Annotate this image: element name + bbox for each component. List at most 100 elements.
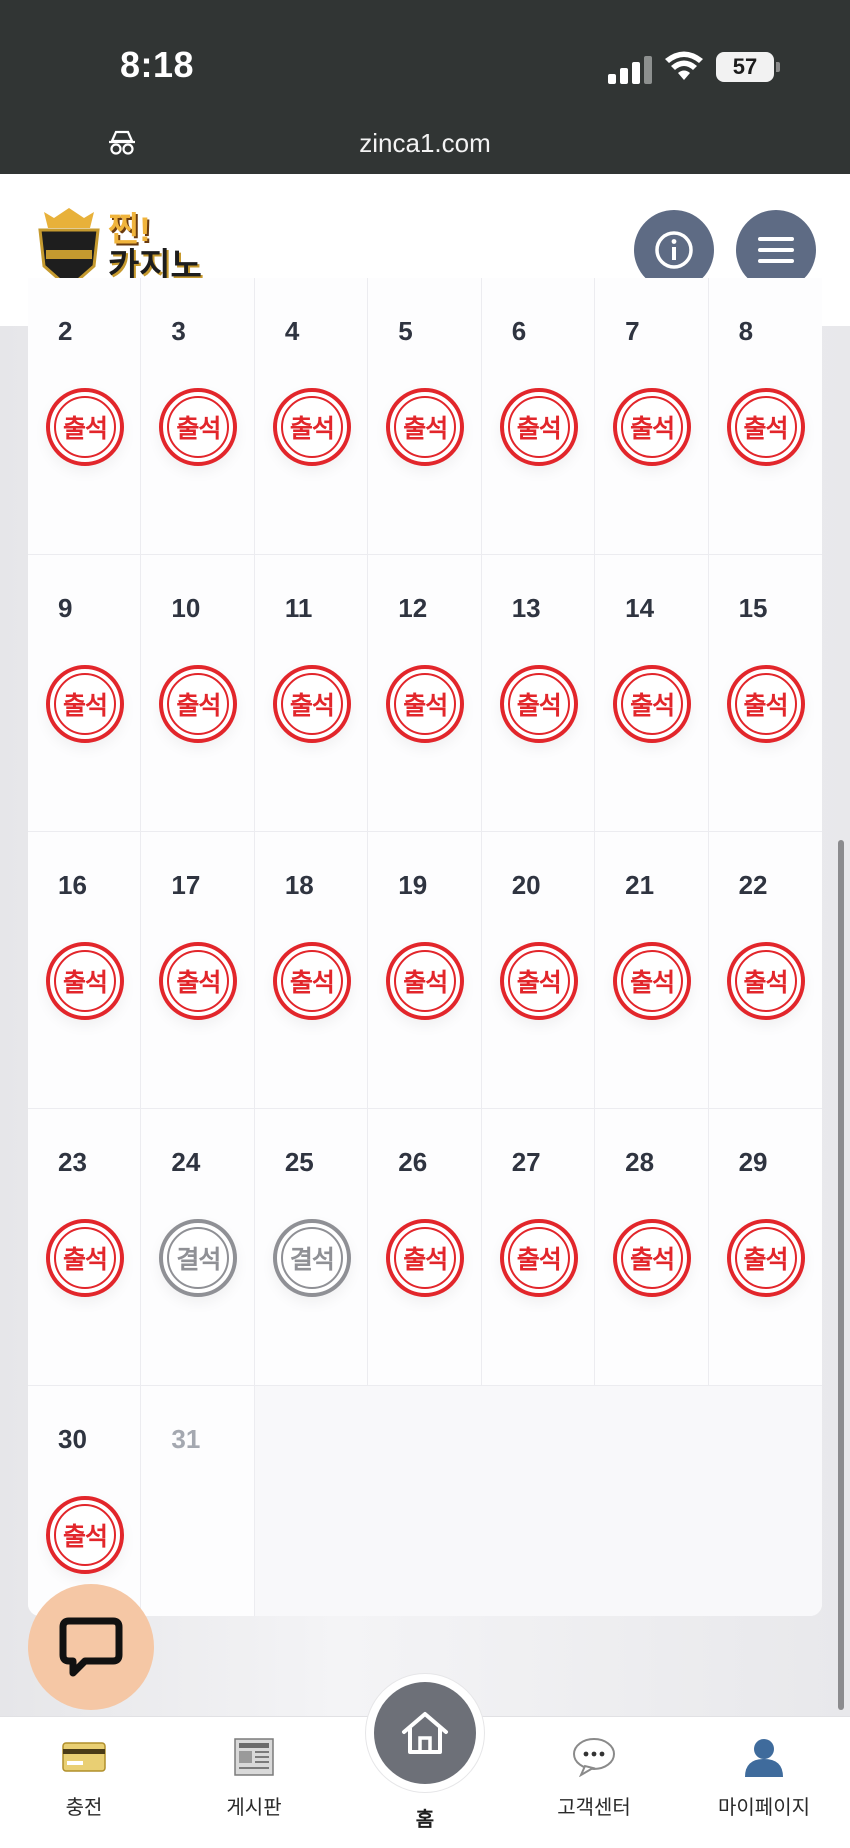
calendar-day[interactable]: 3 출석 — [141, 278, 255, 555]
calendar-day[interactable]: 8 출석 — [708, 278, 822, 555]
calendar-day[interactable]: 6 출석 — [481, 278, 596, 555]
browser-url-bar[interactable]: zinca1.com — [0, 110, 850, 174]
calendar-day[interactable]: 24 결석 — [141, 1109, 255, 1386]
calendar-day[interactable]: 7 출석 — [595, 278, 709, 555]
calendar-empty-cell — [368, 1386, 482, 1616]
stamp-label: 출석 — [516, 692, 562, 720]
day-number: 18 — [284, 870, 314, 900]
url-text[interactable]: zinca1.com — [0, 128, 850, 159]
nav-board[interactable]: 게시판 — [184, 1737, 324, 1820]
calendar-day[interactable]: 21 출석 — [595, 832, 709, 1109]
nav-mypage[interactable]: 마이페이지 — [694, 1737, 834, 1820]
calendar-day[interactable]: 5 출석 — [368, 278, 482, 555]
stamp-label: 출석 — [403, 415, 448, 443]
day-number: 10 — [171, 593, 201, 623]
day-number: 13 — [511, 593, 541, 623]
day-number: 21 — [625, 870, 655, 900]
attendance-calendar: 2 출석 3 출석 4 출석 5 출석 6 출석 7 출석 8 출석 9 출석 10 출석 11 출석 12 출석 13 출석… — [28, 278, 822, 1616]
calendar-day[interactable]: 12 출석 — [368, 555, 482, 832]
day-number: 8 — [738, 316, 754, 346]
day-number: 2 — [58, 316, 73, 346]
calendar-day[interactable]: 22 출석 — [708, 832, 822, 1109]
nav-support[interactable]: 고객센터 — [524, 1737, 664, 1820]
attendance-stamp: 출석 — [613, 1219, 692, 1297]
day-number: 29 — [738, 1147, 768, 1177]
calendar-day[interactable]: 26 출석 — [368, 1109, 482, 1386]
user-icon — [745, 1739, 783, 1777]
day-number: 17 — [171, 870, 201, 900]
scrollbar[interactable] — [838, 840, 844, 1710]
home-button-circle[interactable] — [374, 1682, 476, 1784]
calendar-day[interactable]: 29 출석 — [708, 1109, 822, 1386]
info-icon — [655, 231, 693, 269]
stamp-label: 출석 — [630, 692, 675, 720]
calendar-day[interactable]: 16 출석 — [28, 832, 142, 1109]
calendar-day[interactable]: 28 출석 — [595, 1109, 709, 1386]
stamp-label: 출석 — [403, 692, 448, 720]
calendar-day[interactable]: 15 출석 — [708, 555, 822, 832]
stamp-label: 출석 — [516, 969, 562, 997]
stamp-label: 출석 — [62, 1523, 108, 1551]
day-number: 12 — [398, 593, 428, 623]
calendar-day[interactable]: 25 결석 — [254, 1109, 369, 1386]
calendar-day[interactable]: 11 출석 — [254, 555, 369, 832]
day-number: 28 — [625, 1147, 655, 1177]
calendar-day[interactable]: 20 출석 — [481, 832, 596, 1109]
attendance-stamp: 출석 — [613, 665, 692, 743]
stamp-label: 출석 — [62, 969, 108, 997]
stamp-label: 결석 — [289, 1246, 335, 1274]
day-number: 15 — [738, 593, 768, 623]
attendance-stamp: 출석 — [159, 665, 238, 743]
status-time: 8:18 — [120, 44, 195, 85]
stamp-label: 출석 — [743, 692, 789, 720]
attendance-stamp: 출석 — [386, 388, 465, 466]
calendar-day[interactable]: 23 출석 — [28, 1109, 142, 1386]
day-number: 16 — [58, 870, 87, 900]
nav-mypage-label: 마이페이지 — [718, 1797, 810, 1819]
calendar-empty-cell — [481, 1386, 596, 1616]
calendar-day[interactable]: 31 — [141, 1386, 255, 1616]
stamp-label: 출석 — [630, 969, 675, 997]
calendar-day[interactable]: 18 출석 — [254, 832, 369, 1109]
attendance-stamp: 출석 — [46, 942, 124, 1020]
day-number: 27 — [511, 1147, 541, 1177]
attendance-stamp: 출석 — [46, 1496, 124, 1574]
day-number: 7 — [625, 316, 640, 346]
attendance-stamp: 출석 — [386, 665, 465, 743]
day-number: 14 — [625, 593, 655, 623]
home-button[interactable] — [366, 1674, 484, 1792]
calendar-day[interactable]: 13 출석 — [481, 555, 596, 832]
battery-indicator: 57 — [716, 52, 780, 82]
calendar-day[interactable]: 17 출석 — [141, 832, 255, 1109]
calendar-day[interactable]: 27 출석 — [481, 1109, 596, 1386]
attendance-stamp: 출석 — [46, 388, 124, 466]
attendance-stamp: 출석 — [272, 665, 351, 743]
attendance-stamp: 출석 — [46, 665, 124, 743]
attendance-stamp: 출석 — [726, 388, 805, 466]
attendance-stamp: 출석 — [499, 665, 578, 743]
calendar-day[interactable]: 19 출석 — [368, 832, 482, 1109]
calendar-day[interactable]: 10 출석 — [141, 555, 255, 832]
stamp-label: 출석 — [630, 415, 675, 443]
calendar-day[interactable]: 2 출석 — [28, 278, 142, 555]
stamp-label: 출석 — [743, 415, 789, 443]
live-chat-button[interactable] — [28, 1584, 154, 1710]
calendar-day[interactable]: 14 출석 — [595, 555, 709, 832]
day-number: 24 — [171, 1147, 201, 1177]
day-number: 26 — [398, 1147, 428, 1177]
calendar-day[interactable]: 4 출석 — [254, 278, 369, 555]
calendar-day[interactable]: 30 출석 — [28, 1386, 142, 1616]
stamp-label: 출석 — [630, 1246, 675, 1274]
day-number: 31 — [171, 1424, 201, 1454]
absent-stamp: 결석 — [159, 1219, 238, 1297]
calendar-day[interactable]: 9 출석 — [28, 555, 142, 832]
nav-charge[interactable]: 충전 — [14, 1737, 154, 1820]
attendance-stamp: 출석 — [159, 942, 238, 1020]
home-icon — [402, 1712, 448, 1754]
stamp-label: 출석 — [403, 969, 448, 997]
attendance-stamp: 출석 — [613, 942, 692, 1020]
nav-home-label: 홈 — [415, 1809, 435, 1831]
attendance-stamp: 출석 — [726, 1219, 805, 1297]
stamp-label: 출석 — [516, 1246, 562, 1274]
credit-card-icon — [62, 1742, 106, 1772]
